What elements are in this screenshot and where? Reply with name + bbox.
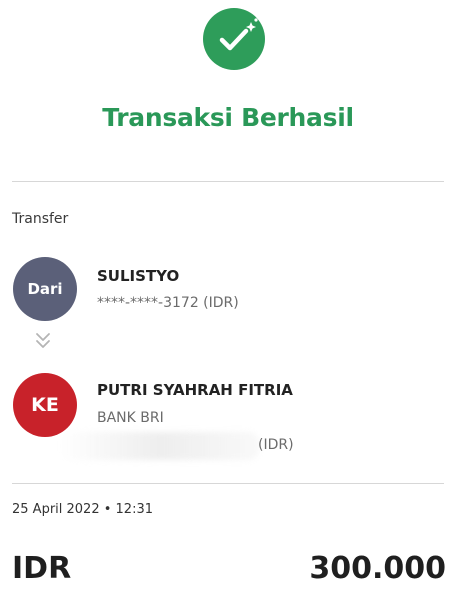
amount-value: 300.000	[309, 551, 446, 586]
recipient-name: PUTRI SYAHRAH FITRIA	[97, 381, 293, 399]
sender-avatar-label: Dari	[27, 280, 63, 298]
divider	[12, 181, 444, 182]
recipient-currency: (IDR)	[258, 437, 294, 453]
recipient-bank: BANK BRI	[97, 410, 164, 426]
transaction-datetime: 25 April 2022 • 12:31	[12, 502, 154, 517]
page-title: Transaksi Berhasil	[102, 103, 354, 132]
double-chevron-down-icon	[36, 333, 50, 348]
redacted-account-number	[60, 432, 260, 460]
section-label: Transfer	[12, 211, 69, 227]
amount-currency: IDR	[12, 551, 72, 586]
divider	[12, 483, 444, 484]
sender-account: ****-****-3172 (IDR)	[97, 295, 239, 311]
recipient-avatar: KE	[13, 373, 77, 437]
sender-name: SULISTYO	[97, 267, 180, 285]
recipient-avatar-label: KE	[31, 394, 59, 416]
success-badge	[203, 8, 265, 70]
check-icon	[219, 18, 258, 51]
sender-avatar: Dari	[13, 257, 77, 321]
